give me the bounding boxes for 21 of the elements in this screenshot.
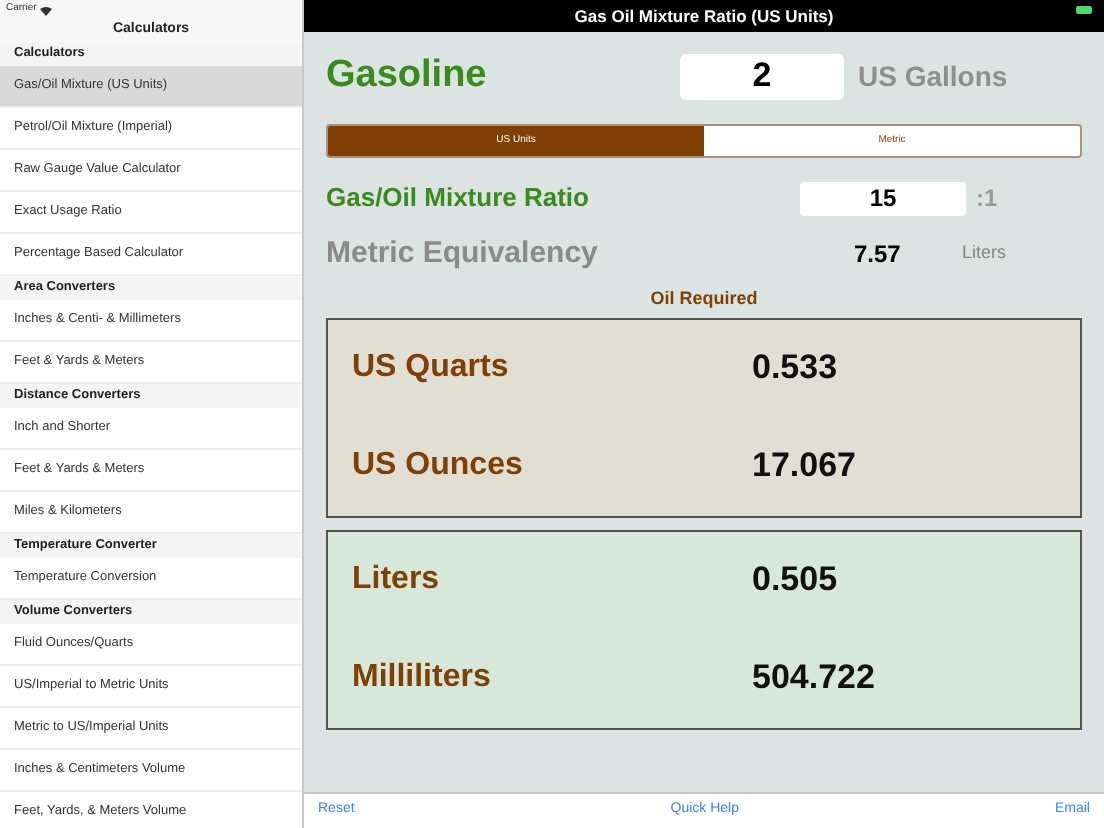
gasoline-label: Gasoline: [326, 51, 489, 100]
battery-icon: [1076, 6, 1092, 14]
result-label: US Quarts: [352, 348, 511, 388]
unit-label: US Gallons: [858, 57, 1008, 95]
wifi-icon: [40, 5, 53, 15]
result-label: US Ounces: [352, 446, 525, 486]
metric-unit: Liters: [962, 240, 1007, 267]
ratio-input[interactable]: 15: [800, 181, 966, 215]
window-title: Gas Oil Mixture Ratio (US Units): [574, 3, 834, 29]
result-label: Liters: [352, 560, 442, 600]
ratio-label: Gas/Oil Mixture Ratio: [326, 180, 591, 217]
oil-required-title: Oil Required: [648, 286, 760, 312]
result-value: 17.067: [752, 444, 856, 489]
result-value: 0.505: [752, 558, 838, 603]
metric-value: 7.57: [854, 238, 903, 272]
metric-label: Metric Equivalency: [326, 233, 600, 274]
result-label: Milliliters: [352, 658, 493, 698]
gallons-input[interactable]: 2: [680, 53, 844, 99]
result-value: 0.533: [752, 346, 838, 391]
ratio-suffix: :1: [976, 182, 998, 216]
result-value: 504.722: [752, 656, 875, 701]
